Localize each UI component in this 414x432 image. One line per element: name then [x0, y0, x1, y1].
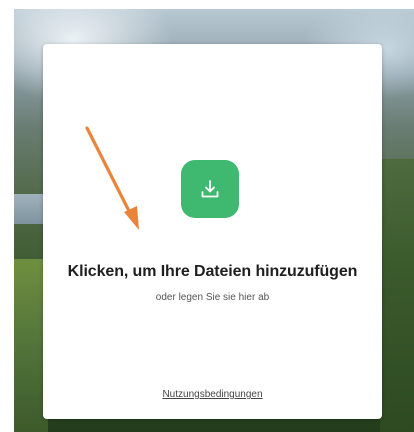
upload-button[interactable] [181, 160, 239, 218]
download-icon [198, 177, 222, 201]
terms-link[interactable]: Nutzungsbedingungen [43, 389, 382, 400]
screenshot-frame: Klicken, um Ihre Dateien hinzuzufügen od… [0, 0, 414, 432]
upload-card[interactable] [43, 44, 382, 419]
upload-headline: Klicken, um Ihre Dateien hinzuzufügen [67, 263, 358, 280]
upload-subline: oder legen Sie sie hier ab [155, 292, 270, 303]
background-trees [380, 159, 414, 432]
